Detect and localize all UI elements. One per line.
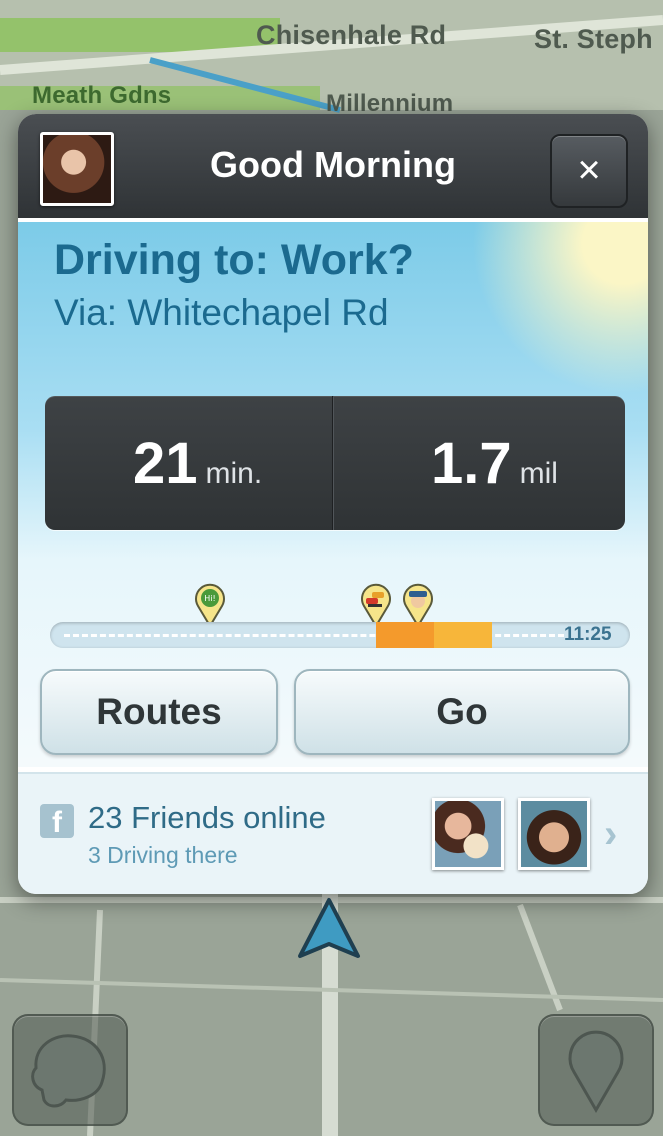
friend-avatar[interactable]: [432, 798, 504, 870]
facebook-icon: f: [40, 804, 74, 839]
friend-avatar[interactable]: [518, 798, 590, 870]
friends-footer[interactable]: f 23 Friends online 3 Driving there ›: [18, 772, 648, 894]
street-label: Meath Gdns: [32, 82, 172, 109]
chat-hi-pin-icon[interactable]: Hi!: [192, 580, 228, 628]
police-pin-icon[interactable]: [400, 580, 436, 628]
chevron-right-icon[interactable]: ›: [604, 812, 617, 857]
report-pin-icon: [568, 1030, 624, 1113]
duration-value: 21: [133, 431, 198, 496]
friends-online-count: 23 Friends online: [88, 800, 326, 835]
route-timeline: 11:25: [50, 622, 630, 648]
close-icon: ×: [577, 148, 601, 192]
duration-unit: min.: [205, 457, 263, 490]
traffic-pin-icon[interactable]: [358, 580, 394, 628]
go-button[interactable]: Go: [294, 669, 630, 755]
stats-divider: [332, 396, 333, 530]
header-title: Good Morning: [210, 144, 456, 185]
distance-value: 1.7: [431, 431, 512, 496]
waze-menu-icon: [31, 1034, 106, 1108]
route-via: Via: Whitechapel Rd: [54, 292, 389, 333]
traffic-jam-segment: [376, 622, 434, 648]
close-button[interactable]: ×: [550, 134, 628, 208]
avatar[interactable]: [40, 132, 114, 206]
morning-popup-card: Good Morning × Driving to: Work? Via: Wh…: [18, 114, 648, 894]
street-label: St. Steph: [534, 24, 653, 54]
routes-button[interactable]: Routes: [40, 669, 278, 755]
trip-duration: 21 min.: [133, 430, 263, 496]
friends-driving-there: 3 Driving there: [88, 842, 238, 868]
destination-title: Driving to: Work?: [54, 236, 414, 284]
trip-stats-panel: 21 min. 1.7 mil: [45, 396, 625, 530]
svg-text:Hi!: Hi!: [204, 594, 215, 603]
waze-menu-button[interactable]: [12, 1014, 128, 1126]
navigation-arrow-icon: [298, 898, 360, 958]
report-button[interactable]: [538, 1014, 654, 1126]
street-label: Chisenhale Rd: [256, 20, 447, 50]
traffic-slow-segment: [434, 622, 492, 648]
card-header: Good Morning ×: [18, 114, 648, 222]
arrival-time: 11:25: [564, 624, 612, 645]
trip-distance: 1.7 mil: [431, 430, 558, 496]
distance-unit: mil: [519, 457, 558, 490]
